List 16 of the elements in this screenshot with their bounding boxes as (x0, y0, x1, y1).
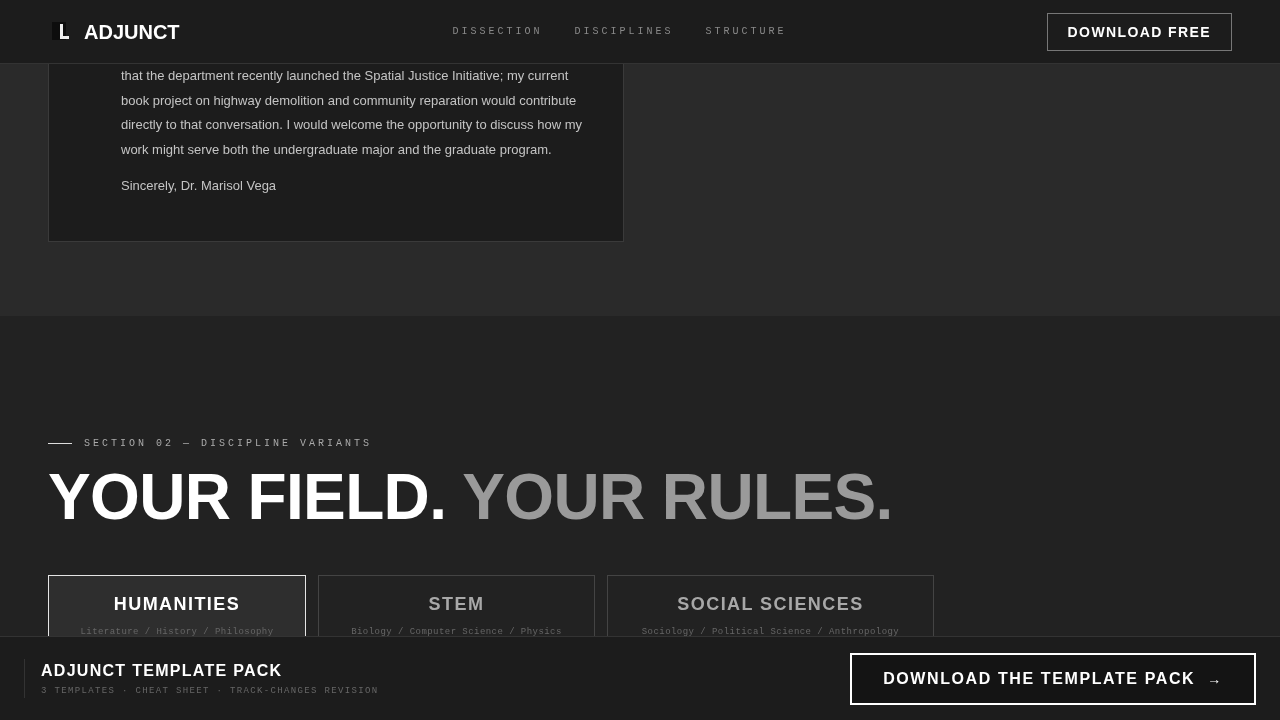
section-heading: YOUR FIELD. YOUR RULES. (48, 461, 894, 533)
download-free-button[interactable]: DOWNLOAD FREE (1046, 12, 1232, 51)
discipline-tab[interactable]: SOCIAL SCIENCES Sociology / Political Science / Anthropology (607, 575, 934, 636)
footer-subtitle: 3 TEMPLATES · CHEAT SHEET · TRACK-CHANGES REVISION (41, 684, 379, 698)
eyebrow-rule (48, 443, 72, 444)
letter-signoff: Sincerely, Dr. Marisol Vega (121, 177, 278, 195)
brand-name[interactable]: ADJUNCT (84, 17, 180, 46)
nav-link[interactable]: DISCIPLINES (574, 24, 674, 39)
footer-title: ADJUNCT TEMPLATE PACK (41, 660, 284, 681)
discipline-tab[interactable]: STEM Biology / Computer Science / Physics (318, 575, 595, 636)
nav-link[interactable]: STRUCTURE (705, 24, 787, 39)
letter-paragraph: that the department recently launched the Spatial Justice Initiative; my current book project on highway demolition and community reparation would contribute directly to that conversation. I would welcome the opportunity to discuss how my work might serve both the undergraduate major and the graduate program. (121, 67, 583, 159)
download-pack-button[interactable]: DOWNLOAD THE TEMPLATE PACK → (850, 652, 1256, 705)
logo-icon (52, 21, 72, 42)
nav-link[interactable]: DISSECTION (452, 24, 543, 39)
section-eyebrow: SECTION 02 — DISCIPLINE VARIANTS (84, 437, 373, 451)
